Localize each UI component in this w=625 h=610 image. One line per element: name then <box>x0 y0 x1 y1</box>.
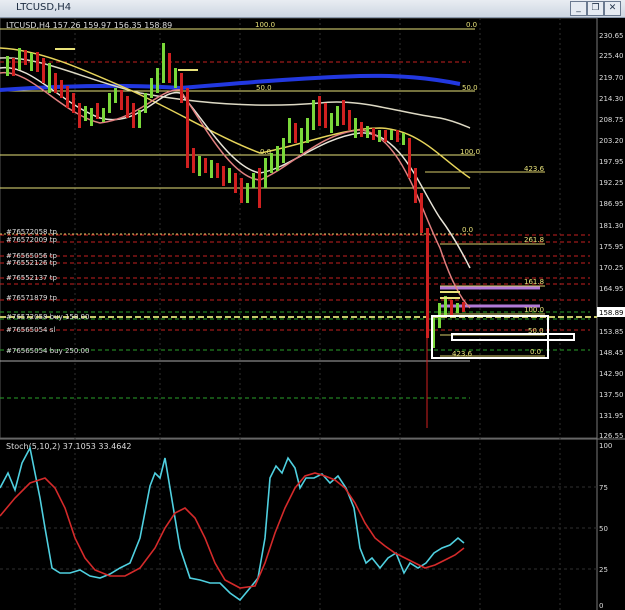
order-label: #76565054 buy 250.00 <box>6 347 89 355</box>
order-label: #76572058 tp <box>6 228 57 236</box>
order-label: #76572009 tp <box>6 236 57 244</box>
fib-label: 0.0 <box>530 348 541 356</box>
price-tick: 230.65 <box>599 32 624 40</box>
order-label: #76571879 tp <box>6 294 57 302</box>
price-tick: 148.45 <box>599 349 624 357</box>
fib-label: 50.0 <box>528 327 544 335</box>
price-tick: 170.25 <box>599 264 624 272</box>
price-axis: 230.65 225.40 219.70 214.30 208.75 203.2… <box>599 32 624 440</box>
window-title: LTCUSD,H4 <box>16 2 72 13</box>
stoch-tick: 25 <box>599 566 608 574</box>
price-tick: 203.20 <box>599 137 624 145</box>
stoch-tick: 50 <box>599 525 608 533</box>
fib-label: 161.8 <box>524 278 544 286</box>
fib-label: 50.0 <box>462 84 478 92</box>
order-label: #76552126 tp <box>6 259 57 267</box>
fib-label: 100.0 <box>524 306 544 314</box>
stoch-grid <box>0 486 597 570</box>
price-tick: 192.25 <box>599 179 624 187</box>
fib-label: 423.6 <box>452 350 473 358</box>
price-tick: 164.95 <box>599 285 624 293</box>
fib-label: 423.6 <box>524 165 545 173</box>
price-tick: 175.95 <box>599 243 624 251</box>
fib-label: 0.0 <box>462 226 473 234</box>
fib-label: 261.8 <box>524 236 544 244</box>
fib-label: 50.0 <box>256 84 272 92</box>
fib-label: 0.0 <box>260 148 271 156</box>
price-tick: 219.70 <box>599 74 624 82</box>
fib-label: 100.0 <box>460 148 480 156</box>
price-tick: 137.50 <box>599 391 624 399</box>
order-label: #76572058 buy 158.00 <box>6 313 89 321</box>
stoch-tick: 0 <box>599 602 603 610</box>
order-label: #76552137 tp <box>6 274 57 282</box>
minimize-button[interactable]: _ <box>570 1 587 16</box>
price-tick: 126.55 <box>599 432 624 440</box>
order-label: #76565054 sl <box>6 326 55 334</box>
fib-label: 100.0 <box>255 21 275 29</box>
stoch-signal-line <box>0 472 465 589</box>
price-tick: 225.40 <box>599 52 624 60</box>
price-tick: 181.30 <box>599 222 624 230</box>
price-tick: 197.95 <box>599 158 624 166</box>
chart-area[interactable]: LTCUSD,H4 157.26 159.97 156.35 158.89 10… <box>0 18 625 610</box>
price-tick: 142.90 <box>599 370 624 378</box>
price-tick: 186.95 <box>599 200 624 208</box>
stoch-axis: 100 75 50 25 0 <box>599 442 612 610</box>
fib-label: 0.0 <box>466 21 477 29</box>
price-tick: 153.85 <box>599 328 624 336</box>
price-tick: 214.30 <box>599 95 624 103</box>
price-tick: 208.75 <box>599 116 624 124</box>
price-tick: 131.95 <box>599 412 624 420</box>
window-titlebar: LTCUSD,H4 _ ❐ ✕ <box>0 0 625 18</box>
stoch-tick: 75 <box>599 484 608 492</box>
close-button[interactable]: ✕ <box>604 1 621 16</box>
maximize-button[interactable]: ❐ <box>587 1 604 16</box>
stoch-header: Stoch(5,10,2) 37.1053 33.4642 <box>6 442 132 451</box>
stoch-tick: 100 <box>599 442 612 450</box>
current-price-label: 158.89 <box>599 309 624 317</box>
